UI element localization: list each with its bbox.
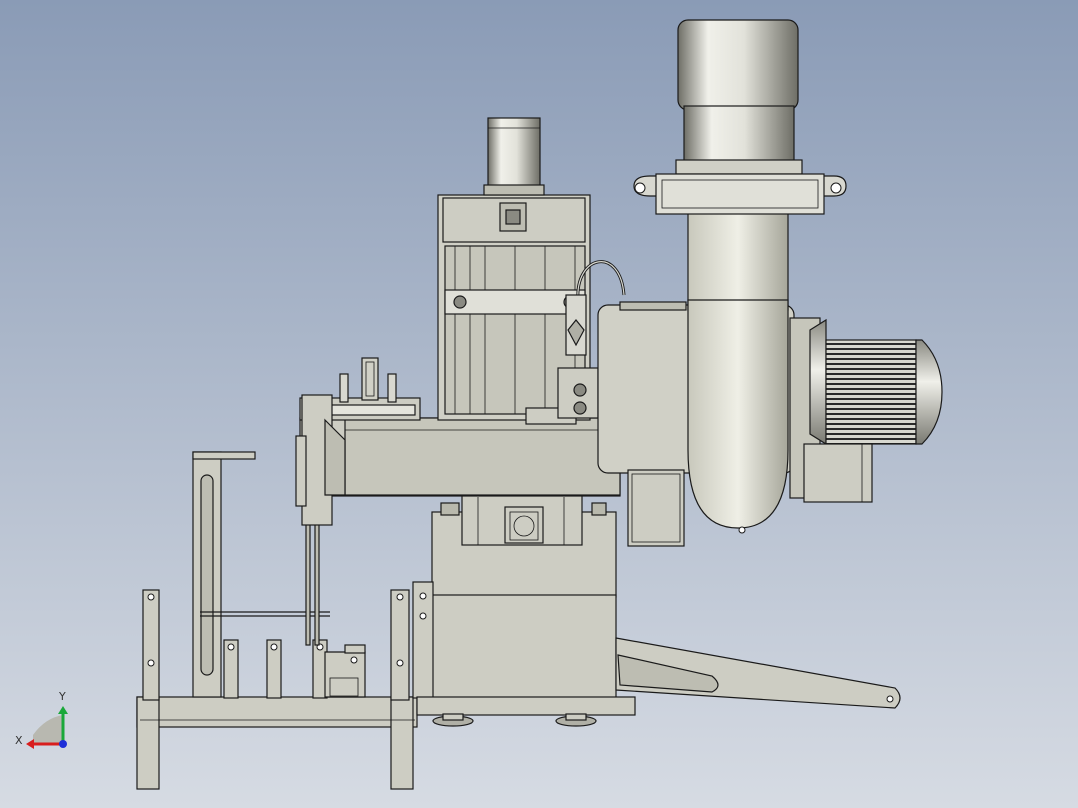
- model-canvas: X Y: [0, 0, 1078, 808]
- lower-housing[interactable]: [412, 494, 636, 727]
- axis-y-label: Y: [58, 690, 66, 703]
- actuator-servo-motor[interactable]: [483, 117, 545, 196]
- cad-viewport[interactable]: X Y: [0, 0, 1078, 808]
- axis-x-label: X: [15, 734, 23, 747]
